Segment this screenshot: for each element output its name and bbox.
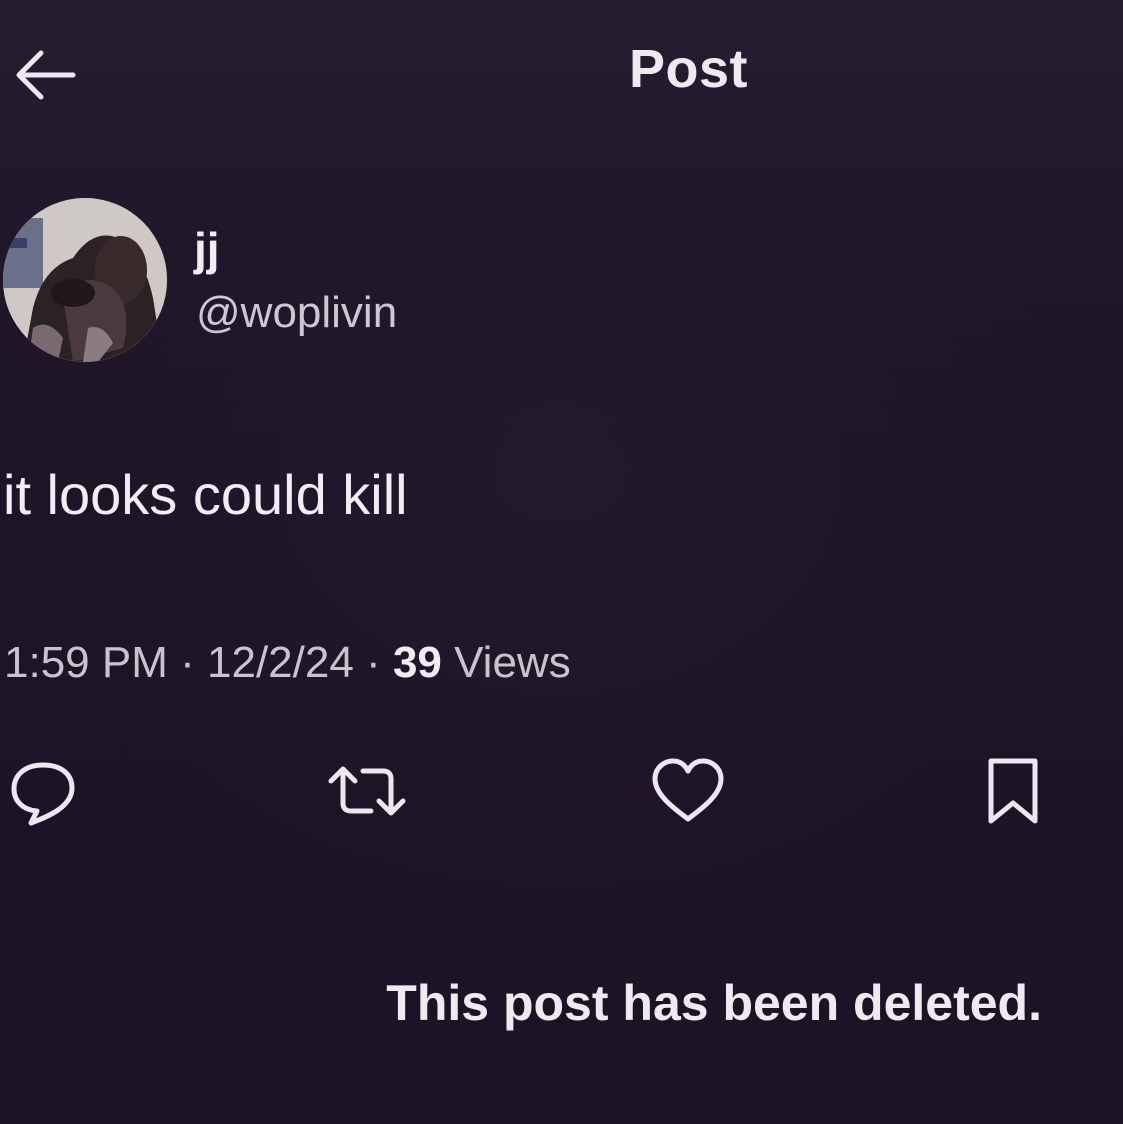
user-handle[interactable]: @woplivin (196, 288, 397, 338)
post-date: 12/2/24 (207, 638, 354, 687)
like-button[interactable] (645, 748, 731, 834)
page-title: Post (628, 39, 749, 99)
speech-bubble-icon (11, 762, 75, 826)
reply-button[interactable] (0, 748, 86, 834)
meta-separator: · (366, 638, 381, 687)
deleted-notice: This post has been deleted. (386, 975, 1042, 1031)
repost-button[interactable] (324, 748, 410, 834)
top-bar: Post (0, 0, 1123, 150)
bookmark-button[interactable] (970, 748, 1056, 834)
post-time: 1:59 PM (4, 638, 168, 687)
views-count[interactable]: 39 (393, 638, 442, 687)
meta-separator: · (180, 638, 195, 687)
post-text: it looks could kill (3, 463, 408, 526)
display-name[interactable]: jj (194, 222, 220, 276)
post-meta: 1:59 PM · 12/2/24 · 39 Views (4, 638, 571, 688)
heart-icon (652, 758, 724, 822)
views-label[interactable]: Views (454, 638, 571, 687)
post-screen: Post jj @woplivin it looks could kill 1:… (0, 0, 1123, 1124)
bookmark-icon (988, 758, 1038, 824)
avatar-photo (3, 198, 167, 362)
avatar[interactable] (3, 198, 167, 362)
repost-arrows-icon (328, 766, 406, 816)
